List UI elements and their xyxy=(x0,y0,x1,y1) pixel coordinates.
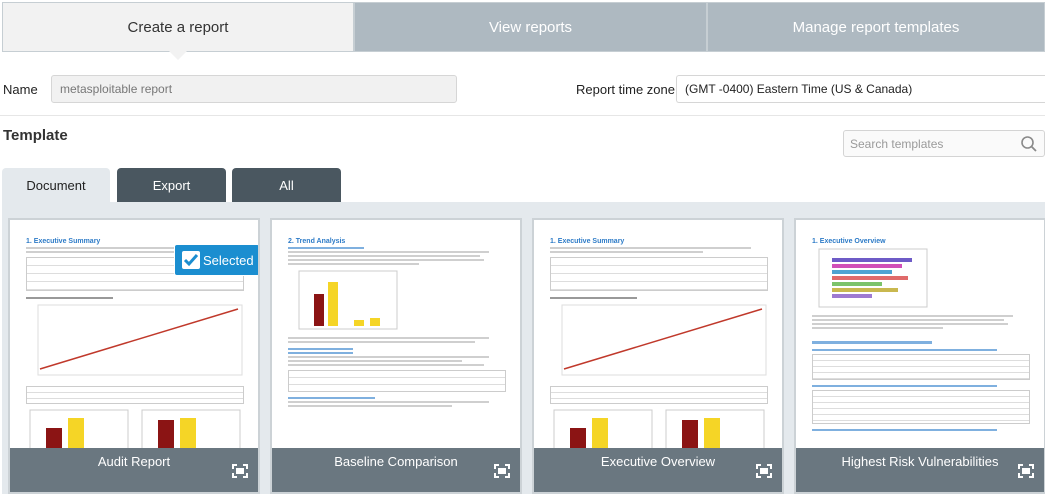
selected-badge: Selected xyxy=(174,244,258,276)
template-preview: 1. Executive Overview ​ xyxy=(808,234,1034,450)
report-name-input[interactable]: metasploitable report xyxy=(51,75,457,103)
timezone-select[interactable]: (GMT -0400) Eastern Time (US & Canada) xyxy=(676,75,1045,103)
template-preview: 1. Executive Summary xyxy=(546,234,772,450)
report-settings-row: Name metasploitable report Report time z… xyxy=(0,70,1045,110)
template-section-title: Template xyxy=(3,127,68,144)
template-name: Executive Overview xyxy=(600,453,716,469)
timezone-label: Report time zone xyxy=(576,82,675,97)
preview-heading: 2. Trend Analysis xyxy=(288,238,346,245)
search-templates-input[interactable]: Search templates xyxy=(843,130,1045,157)
template-name: Audit Report xyxy=(97,453,171,469)
template-name-bar: Highest Risk Vulnerabilities xyxy=(796,448,1044,492)
tab-view-reports[interactable]: View reports xyxy=(354,2,707,52)
template-preview: 2. Trend Analysis xyxy=(284,234,510,450)
report-tabs: Create a report View reports Manage repo… xyxy=(2,2,1045,60)
expand-icon[interactable] xyxy=(232,464,248,478)
tab-export[interactable]: Export xyxy=(117,168,226,202)
checkmark-icon xyxy=(182,251,200,269)
selected-label: Selected xyxy=(203,252,254,268)
tab-create-report[interactable]: Create a report xyxy=(2,2,354,60)
tab-manage-templates[interactable]: Manage report templates xyxy=(707,2,1045,52)
expand-icon[interactable] xyxy=(1018,464,1034,478)
template-name-bar: Baseline Comparison xyxy=(272,448,520,492)
template-name-bar: Audit Report xyxy=(10,448,258,492)
template-card-baseline-comparison[interactable]: 2. Trend Analysis Baseline Comparison xyxy=(270,218,522,494)
name-label: Name xyxy=(3,82,38,97)
preview-heading: 1. Executive Summary xyxy=(550,238,625,245)
template-card-executive-overview[interactable]: 1. Executive Summary Executive Overview xyxy=(532,218,784,494)
expand-icon[interactable] xyxy=(494,464,510,478)
template-name: Highest Risk Vulnerabilities xyxy=(841,453,999,469)
tab-all[interactable]: All xyxy=(232,168,341,202)
template-gallery: 1. Executive Summary Audit Report Select… xyxy=(2,202,1045,494)
template-name: Baseline Comparison xyxy=(334,453,458,469)
template-name-bar: Executive Overview xyxy=(534,448,782,492)
preview-heading: 1. Executive Overview xyxy=(812,238,886,245)
search-placeholder: Search templates xyxy=(850,136,944,151)
tab-document[interactable]: Document xyxy=(2,168,110,202)
divider xyxy=(0,115,1045,116)
template-card-audit-report[interactable]: 1. Executive Summary Audit Report Select… xyxy=(8,218,260,494)
search-icon[interactable] xyxy=(1020,135,1038,153)
expand-icon[interactable] xyxy=(756,464,772,478)
template-card-highest-risk[interactable]: 1. Executive Overview ​ xyxy=(794,218,1045,494)
